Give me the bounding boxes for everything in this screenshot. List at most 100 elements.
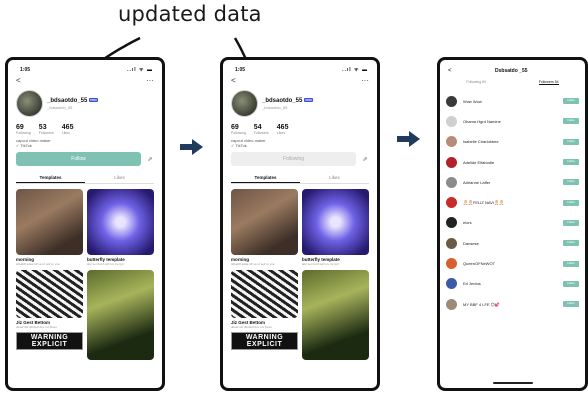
follow-back-button[interactable]: Follow (563, 280, 579, 287)
follower-row[interactable]: 🎅🎅FELIZ NAVI🎅🎅 Follow (440, 192, 585, 212)
template-grid: morning ddsafdf adaa fdf sa uf asif ro y… (8, 184, 162, 360)
template-thumbnail (16, 270, 83, 318)
warning-label: WARNING EXPLICIT (231, 332, 298, 350)
more-icon[interactable]: ··· (146, 76, 154, 85)
clock: 1:05 (20, 66, 31, 73)
more-icon[interactable]: ··· (361, 76, 369, 85)
follower-name: elors (463, 220, 472, 226)
follow-back-button[interactable]: Follow (563, 118, 579, 125)
follow-back-button[interactable]: Follow (563, 219, 579, 226)
template-thumbnail (87, 189, 154, 255)
follow-back-button[interactable]: Follow (563, 199, 579, 206)
follow-back-button[interactable]: Follow (563, 260, 579, 267)
follower-name: Wow Wow (463, 98, 482, 104)
tab-templates[interactable]: Templates (231, 173, 300, 183)
clock: 1:05 (235, 66, 246, 73)
follower-name: 🎅🎅FELIZ NAVI🎅🎅 (463, 200, 504, 206)
follower-name: Obama Hgrd Namine (463, 118, 501, 124)
follow-back-button[interactable]: Follow (563, 138, 579, 145)
follower-avatar[interactable] (446, 156, 457, 168)
template-thumbnail (302, 189, 369, 255)
follower-avatar[interactable] (446, 217, 457, 229)
follower-avatar[interactable] (446, 176, 457, 188)
stat-following[interactable]: 69 Following (16, 124, 31, 135)
follower-avatar[interactable] (446, 237, 457, 249)
follower-name: Adrianne Laffer (463, 179, 491, 185)
follower-row[interactable]: Ed Jentus Follow (440, 274, 585, 294)
pro-badge: PRO (89, 97, 98, 102)
avatar[interactable] (16, 90, 43, 117)
template-card[interactable]: Jiz Gest Bettom ddsaf dsf ddsfsdf dcs rv… (16, 270, 83, 360)
follower-name: QueenOFNeWOT (463, 261, 496, 267)
profile-stats: 69 Following 54 Followers 465 Likes (223, 120, 377, 135)
follow-button[interactable]: Follow (16, 152, 141, 166)
back-icon[interactable]: < (16, 76, 21, 85)
follower-row[interactable]: Obama Hgrd Namine Follow (440, 111, 585, 131)
follower-avatar[interactable] (446, 95, 457, 107)
profile-tabs: Templates Likes (16, 173, 154, 184)
follow-back-button[interactable]: Follow (563, 301, 579, 308)
follower-avatar[interactable] (446, 298, 457, 310)
username: _bdsaotdo_55 PRO (262, 97, 313, 104)
tab-templates[interactable]: Templates (16, 173, 85, 183)
back-icon[interactable]: < (231, 76, 236, 85)
follower-row[interactable]: elors Follow (440, 213, 585, 233)
stat-likes: 465 Likes (276, 124, 289, 135)
follower-row[interactable]: MY BBF 4 LFE 😊💕 Follow (440, 294, 585, 314)
user-handle: _bdsaotdo_55 (47, 104, 73, 110)
profile-header: _bdsaotdo_55 PRO _bdsaotdo_55 (8, 87, 162, 120)
back-icon[interactable]: < (448, 68, 452, 74)
share-icon[interactable]: ⇗ (361, 156, 369, 163)
bio: capcut video maker ✓ TikTok (16, 138, 51, 148)
avatar[interactable] (231, 90, 258, 117)
user-handle: _bdsaotdo_55 (262, 104, 288, 110)
stat-following[interactable]: 69 Following (231, 124, 246, 135)
following-button[interactable]: Following (231, 152, 356, 166)
profile-header: _bdsaotdo_55 PRO _bdsaotdo_55 (223, 87, 377, 120)
follower-row[interactable]: QueenOFNeWOT Follow (440, 253, 585, 273)
follower-row[interactable]: Adelide Elfabodie Follow (440, 152, 585, 172)
warning-label: WARNING EXPLICIT (16, 332, 83, 350)
tab-likes[interactable]: Likes (300, 173, 369, 183)
follow-back-button[interactable]: Follow (563, 98, 579, 105)
top-nav: < ··· (223, 74, 377, 87)
template-thumbnail (16, 189, 83, 255)
top-nav: < ··· (8, 74, 162, 87)
follow-back-button[interactable]: Follow (563, 179, 579, 186)
follow-tabs: Following 69 Followers 54 (440, 76, 585, 91)
pro-badge: PRO (304, 97, 313, 102)
follower-row[interactable]: Wow Wow Follow (440, 91, 585, 111)
tab-likes[interactable]: Likes (85, 173, 154, 183)
template-card[interactable]: butterfly template abc ser fodrf sdrf iv… (87, 189, 154, 266)
follower-avatar[interactable] (446, 278, 457, 290)
follower-avatar[interactable] (446, 258, 457, 270)
follower-row[interactable]: Adrianne Laffer Follow (440, 172, 585, 192)
stat-likes: 465 Likes (61, 124, 74, 135)
stat-followers[interactable]: 54 Followers (254, 124, 269, 135)
follower-avatar[interactable] (446, 197, 457, 209)
signal-icon: ..ıl ᯤ ▬ (342, 66, 368, 73)
follow-back-button[interactable]: Follow (563, 240, 579, 247)
tab-following[interactable]: Following 69 (466, 80, 486, 85)
follower-name: Adelide Elfabodie (463, 159, 495, 165)
follow-back-button[interactable]: Follow (563, 159, 579, 166)
phone-profile-before: 1:05 ..ıl ᯤ ▬ < ··· _bdsaotdo_55 PRO _bds… (5, 57, 165, 391)
stat-followers[interactable]: 53 Followers (39, 124, 54, 135)
status-bar: 1:05 ..ıl ᯤ ▬ (223, 60, 377, 74)
template-card[interactable] (302, 270, 369, 360)
follower-name: Dansese (463, 240, 479, 246)
follower-row[interactable]: Dansese Follow (440, 233, 585, 253)
phone-profile-after: 1:05 ..ıl ᯤ ▬ < ··· _bdsaotdo_55 PRO _bds… (220, 57, 380, 391)
page-title: Dsbsatdo _55 (495, 68, 528, 74)
template-card[interactable] (87, 270, 154, 360)
share-icon[interactable]: ⇗ (146, 156, 154, 163)
tab-followers[interactable]: Followers 54 (538, 80, 559, 85)
template-thumbnail (231, 270, 298, 318)
follower-avatar[interactable] (446, 136, 457, 148)
follower-row[interactable]: Isabelle Charlobbee Follow (440, 132, 585, 152)
template-card[interactable]: butterfly template abc ser fodrf sdrf iv… (302, 189, 369, 266)
template-card[interactable]: Jiz Gest Bettom ddsaf dsf ddsfsdf dcs rv… (231, 270, 298, 360)
template-card[interactable]: morning ddsafdf adaa fdf sa uf asif ro y… (231, 189, 298, 266)
template-card[interactable]: morning ddsafdf adaa fdf sa uf asif ro y… (16, 189, 83, 266)
follower-avatar[interactable] (446, 115, 457, 127)
